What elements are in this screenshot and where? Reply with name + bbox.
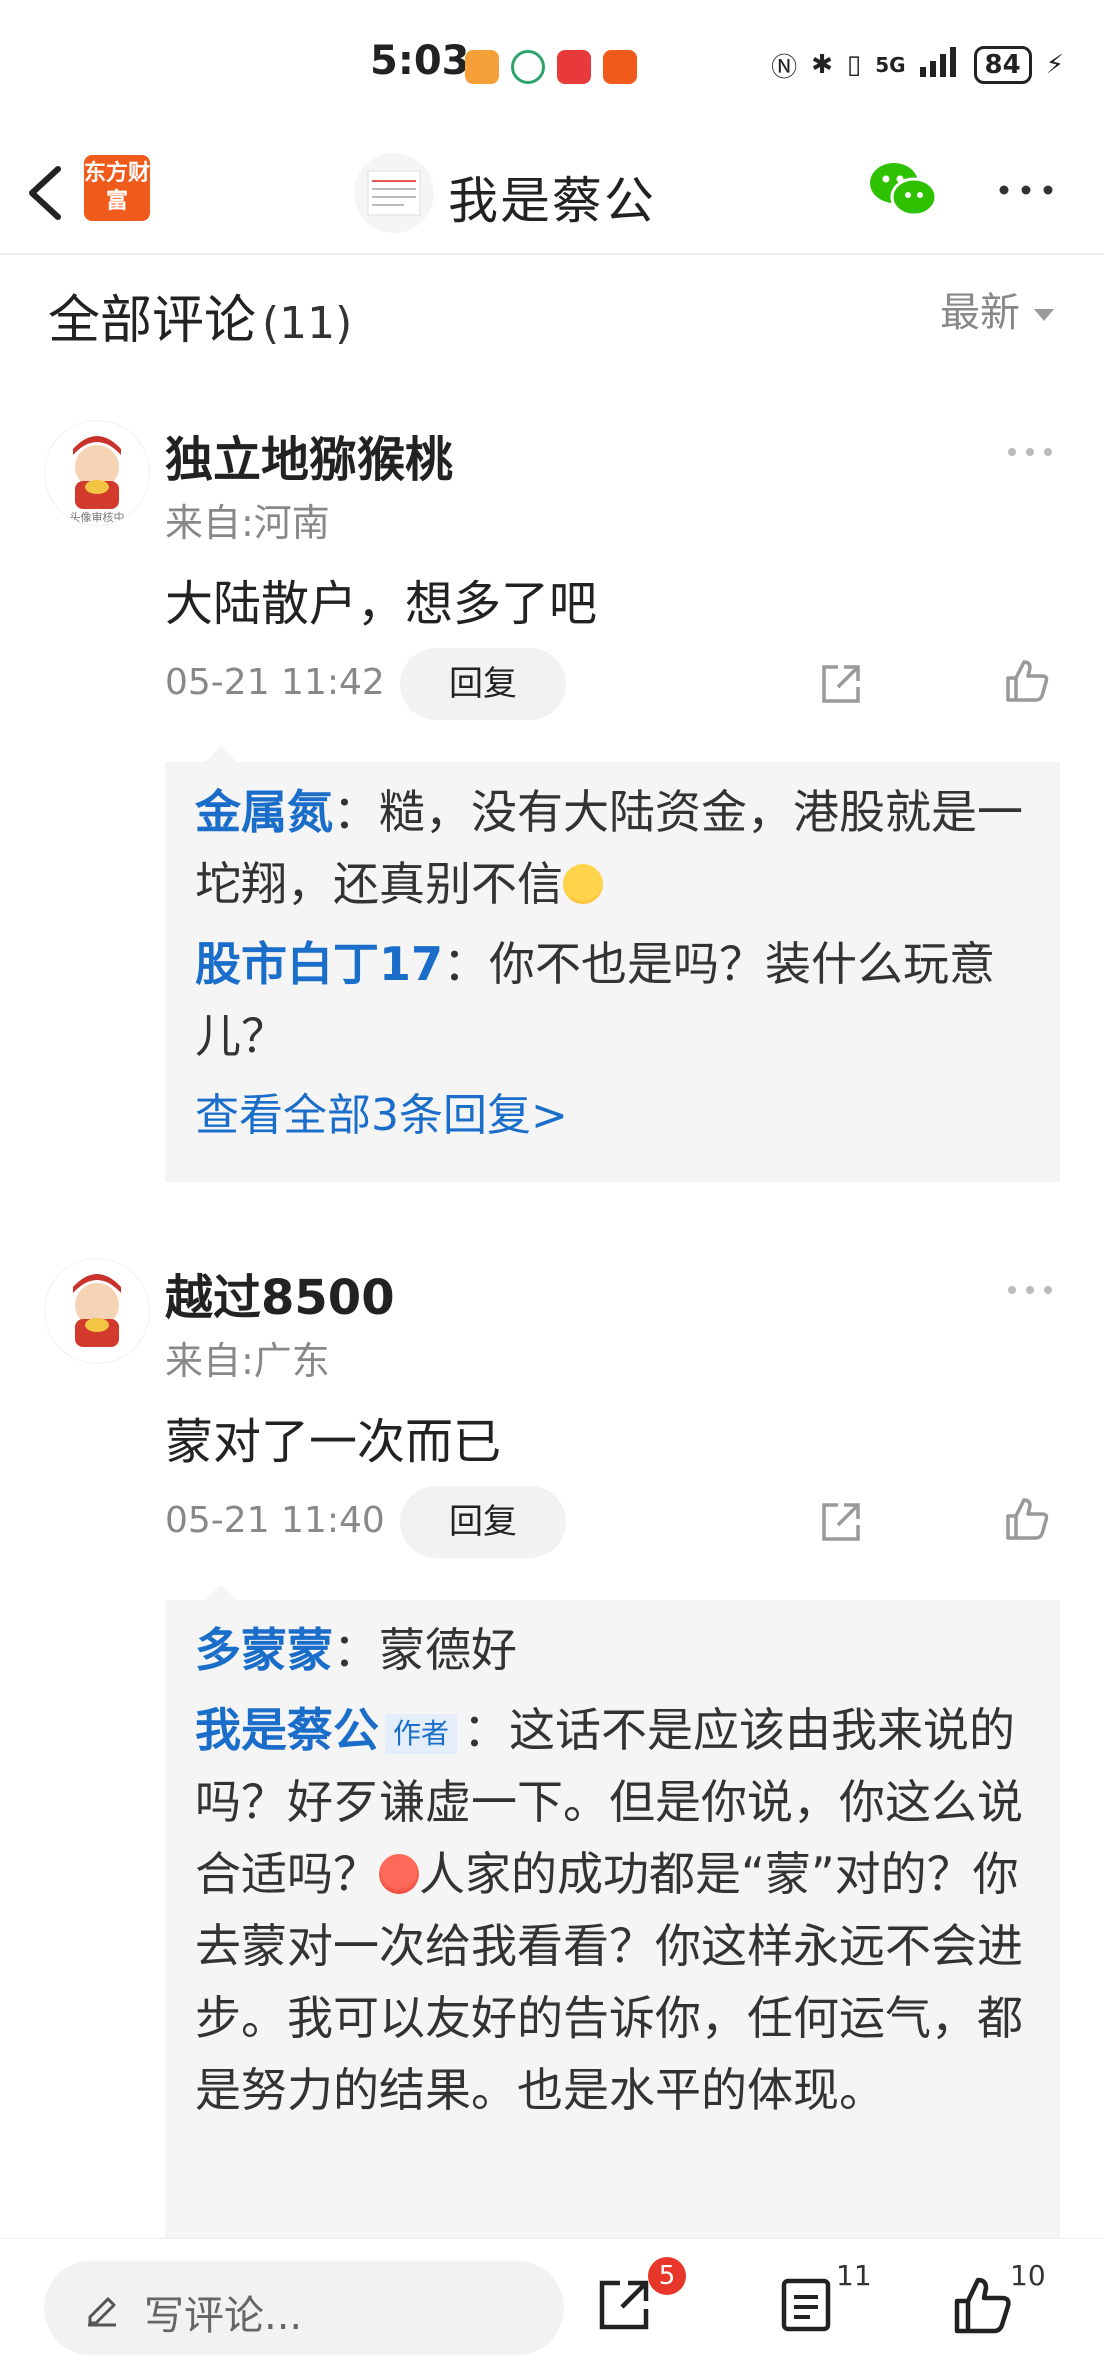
comments-title: 全部评论 bbox=[48, 291, 257, 351]
reply-button[interactable]: 回复 bbox=[400, 648, 566, 720]
author-avatar[interactable] bbox=[354, 153, 434, 233]
comment-time: 05-21 11:40 bbox=[165, 1500, 385, 1541]
comment-text: 大陆散户，想多了吧 bbox=[165, 576, 598, 632]
sort-dropdown[interactable]: 最新 bbox=[940, 280, 1054, 338]
comment-count: 11 bbox=[836, 2259, 872, 2292]
app-notification-icon bbox=[603, 50, 637, 84]
status-app-icons bbox=[465, 50, 637, 84]
reply-username[interactable]: 金属氮 bbox=[195, 785, 333, 839]
like-icon bbox=[1006, 660, 1049, 702]
comment-share-button[interactable] bbox=[818, 1499, 864, 1545]
back-button[interactable] bbox=[22, 163, 72, 223]
reply-thread: 金属氮：糙，没有大陆资金，港股就是一坨翔，还真别不信 股市白丁17：你不也是吗？… bbox=[165, 746, 1060, 1182]
share-icon bbox=[822, 1503, 860, 1541]
like-icon bbox=[1006, 1498, 1049, 1540]
reply-text: ：蒙德好 bbox=[333, 1623, 517, 1677]
status-bar: 5:03 Ⓝ ✱ ▯ 5G 84 ⚡ bbox=[0, 0, 1104, 135]
write-comment-placeholder: 写评论... bbox=[144, 2293, 303, 2339]
battery-level: 84 bbox=[973, 46, 1032, 84]
app-notification-icon bbox=[465, 50, 499, 84]
reply-item: 股市白丁17：你不也是吗？装什么玩意儿？ bbox=[195, 928, 1030, 1072]
share-icon bbox=[599, 2280, 649, 2330]
reply-item: 我是蔡公 作者 ：这话不是应该由我来说的吗？好歹谦虚一下。但是你说，你这么说合适吗？… bbox=[195, 1694, 1030, 2126]
avatar[interactable] bbox=[44, 1258, 150, 1364]
comment-like-button[interactable] bbox=[1004, 658, 1050, 704]
like-count: 10 bbox=[1010, 2259, 1046, 2292]
svg-text:头像审核中: 头像审核中 bbox=[70, 510, 125, 524]
signal-icon bbox=[919, 46, 960, 84]
reply-item: 金属氮：糙，没有大陆资金，港股就是一坨翔，还真别不信 bbox=[195, 776, 1030, 920]
share-icon bbox=[822, 665, 860, 703]
reply-username[interactable]: 股市白丁17 bbox=[195, 937, 443, 991]
nfc-icon: Ⓝ bbox=[771, 52, 798, 83]
author-tag: 作者 bbox=[385, 1713, 458, 1754]
comment-more-button[interactable] bbox=[1006, 1282, 1054, 1296]
reply-button[interactable]: 回复 bbox=[400, 1486, 566, 1558]
comment-username[interactable]: 独立地猕猴桃 bbox=[165, 420, 453, 490]
sort-label: 最新 bbox=[940, 290, 1020, 336]
like-icon bbox=[954, 2277, 1011, 2334]
reply-thread: 多蒙蒙：蒙德好 我是蔡公 作者 ：这话不是应该由我来说的吗？好歹谦虚一下。但是你说，… bbox=[165, 1584, 1060, 2240]
comment-list-icon bbox=[781, 2278, 831, 2332]
dropdown-arrow-icon bbox=[1034, 309, 1054, 321]
bluetooth-icon: ✱ bbox=[811, 50, 833, 80]
share-button[interactable] bbox=[594, 2275, 654, 2335]
status-time: 5:03 bbox=[370, 38, 470, 84]
vibrate-icon: ▯ bbox=[846, 50, 862, 80]
more-icon bbox=[1008, 1286, 1052, 1294]
comment-more-button[interactable] bbox=[1006, 444, 1054, 458]
comments-count: (11) bbox=[262, 298, 353, 349]
reply-username[interactable]: 我是蔡公 bbox=[195, 1703, 379, 1757]
page-title: 我是蔡公 bbox=[448, 172, 656, 230]
comment-share-button[interactable] bbox=[818, 661, 864, 707]
comments-header: 全部评论 (11) bbox=[48, 278, 352, 353]
reply-item: 多蒙蒙：蒙德好 bbox=[195, 1614, 1030, 1686]
laughing-emoji-icon bbox=[563, 864, 603, 904]
app-notification-icon bbox=[511, 50, 545, 84]
wechat-share-button[interactable] bbox=[868, 159, 938, 221]
charging-icon: ⚡ bbox=[1045, 50, 1064, 80]
comment-username[interactable]: 越过8500 bbox=[165, 1258, 395, 1328]
comment-location: 来自:广东 bbox=[165, 1339, 330, 1383]
comment-text: 蒙对了一次而已 bbox=[165, 1414, 502, 1470]
bottom-action-bar: 写评论... 5 11 10 bbox=[0, 2238, 1104, 2377]
more-icon bbox=[999, 185, 1053, 195]
comments-button[interactable] bbox=[776, 2275, 836, 2335]
back-icon bbox=[29, 166, 61, 220]
reply-username[interactable]: 多蒙蒙 bbox=[195, 1623, 333, 1677]
pen-icon bbox=[88, 2297, 116, 2327]
write-comment-input[interactable]: 写评论... bbox=[44, 2261, 564, 2355]
app-logo[interactable]: 东方财富 bbox=[84, 155, 150, 221]
status-indicators: Ⓝ ✱ ▯ 5G 84 ⚡ bbox=[771, 46, 1064, 84]
view-all-replies-link[interactable]: 查看全部3条回复> bbox=[195, 1080, 1030, 1152]
app-notification-icon bbox=[557, 50, 591, 84]
share-count-badge: 5 bbox=[648, 2257, 686, 2295]
network-type: 5G bbox=[875, 53, 906, 77]
more-button[interactable] bbox=[996, 175, 1056, 205]
avatar[interactable]: 头像审核中 bbox=[44, 420, 150, 526]
angry-emoji-icon bbox=[379, 1854, 419, 1894]
more-icon bbox=[1008, 448, 1052, 456]
like-button[interactable] bbox=[952, 2275, 1012, 2335]
comment-like-button[interactable] bbox=[1004, 1496, 1050, 1542]
nav-header: 东方财富 我是蔡公 bbox=[0, 135, 1104, 255]
comment-time: 05-21 11:42 bbox=[165, 662, 385, 703]
wechat-icon bbox=[870, 163, 938, 217]
comment-location: 来自:河南 bbox=[165, 501, 330, 545]
